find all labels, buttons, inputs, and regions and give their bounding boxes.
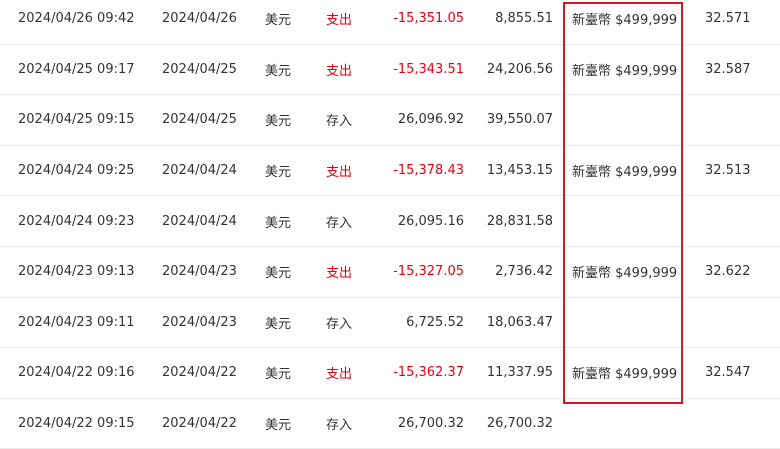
currency-cell: 美元 (265, 63, 292, 79)
transaction-table: 2024/04/26 09:42 2024/04/26 美元 支出 -15,351.05… (0, 0, 780, 449)
exchange-rate-cell: 32.622 (705, 264, 751, 280)
exchange-rate-cell: 32.513 (705, 163, 751, 179)
transaction-datetime: 2024/04/24 09:23 (18, 213, 135, 229)
amount-cell: 6,725.52 (406, 314, 464, 330)
transaction-type: 存入 (326, 215, 353, 231)
table-row: 2024/04/24 09:25 2024/04/24 美元 支出 -15,378.43… (0, 146, 780, 197)
balance-cell: 28,831.58 (486, 213, 553, 229)
transaction-type: 支出 (326, 165, 353, 181)
currency-cell: 美元 (265, 418, 292, 434)
note-cell: 新臺幣 $499,999 (572, 266, 678, 282)
note-cell: 新臺幣 $499,999 (572, 367, 678, 383)
table-row: 2024/04/23 09:13 2024/04/23 美元 支出 -15,327.05… (0, 247, 780, 298)
amount-cell: -15,362.37 (393, 365, 464, 381)
transaction-type: 支出 (326, 63, 353, 79)
currency-cell: 美元 (265, 266, 292, 282)
balance-cell: 2,736.42 (495, 264, 553, 280)
currency-cell: 美元 (265, 215, 292, 231)
note-cell: 新臺幣 $499,999 (572, 165, 678, 181)
balance-cell: 18,063.47 (486, 314, 553, 330)
transaction-datetime: 2024/04/22 09:15 (18, 416, 135, 432)
amount-cell: 26,700.32 (397, 416, 464, 432)
exchange-rate-cell: 32.547 (705, 365, 751, 381)
currency-cell: 美元 (265, 165, 292, 181)
amount-cell: -15,343.51 (393, 61, 464, 77)
transaction-datetime: 2024/04/24 09:25 (18, 163, 135, 179)
table-row: 2024/04/25 09:15 2024/04/25 美元 存入 26,096.92 3… (0, 95, 780, 146)
amount-cell: -15,351.05 (393, 11, 464, 27)
transaction-datetime: 2024/04/25 09:17 (18, 61, 135, 77)
note-cell: 新臺幣 $499,999 (572, 63, 678, 79)
note-cell: 新臺幣 $499,999 (572, 13, 678, 29)
transaction-type: 支出 (326, 266, 353, 282)
table-row: 2024/04/22 09:16 2024/04/22 美元 支出 -15,362.37… (0, 348, 780, 399)
transaction-type: 存入 (326, 114, 353, 130)
balance-cell: 24,206.56 (486, 61, 553, 77)
value-date: 2024/04/23 (162, 264, 237, 280)
value-date: 2024/04/25 (162, 61, 237, 77)
table-row: 2024/04/26 09:42 2024/04/26 美元 支出 -15,351.05… (0, 0, 780, 45)
balance-cell: 8,855.51 (495, 11, 553, 27)
value-date: 2024/04/22 (162, 365, 237, 381)
currency-cell: 美元 (265, 316, 292, 332)
amount-cell: -15,327.05 (393, 264, 464, 280)
transaction-datetime: 2024/04/22 09:16 (18, 365, 135, 381)
value-date: 2024/04/24 (162, 213, 237, 229)
currency-cell: 美元 (265, 13, 292, 29)
transaction-datetime: 2024/04/25 09:15 (18, 112, 135, 128)
table-row: 2024/04/23 09:11 2024/04/23 美元 存入 6,725.52 18… (0, 298, 780, 349)
value-date: 2024/04/25 (162, 112, 237, 128)
exchange-rate-cell: 32.571 (705, 11, 751, 27)
transaction-type: 存入 (326, 418, 353, 434)
currency-cell: 美元 (265, 367, 292, 383)
transaction-datetime: 2024/04/23 09:11 (18, 314, 135, 330)
balance-cell: 13,453.15 (486, 163, 553, 179)
balance-cell: 39,550.07 (486, 112, 553, 128)
balance-cell: 26,700.32 (486, 416, 553, 432)
exchange-rate-cell: 32.587 (705, 61, 751, 77)
amount-cell: -15,378.43 (393, 163, 464, 179)
value-date: 2024/04/24 (162, 163, 237, 179)
table-row: 2024/04/22 09:15 2024/04/22 美元 存入 26,700.32 2… (0, 399, 780, 449)
amount-cell: 26,096.92 (397, 112, 464, 128)
balance-cell: 11,337.95 (486, 365, 553, 381)
transaction-datetime: 2024/04/26 09:42 (18, 11, 135, 27)
transaction-type: 存入 (326, 316, 353, 332)
value-date: 2024/04/26 (162, 11, 237, 27)
table-row: 2024/04/25 09:17 2024/04/25 美元 支出 -15,343.51… (0, 45, 780, 96)
table-row: 2024/04/24 09:23 2024/04/24 美元 存入 26,095.16 2… (0, 196, 780, 247)
value-date: 2024/04/23 (162, 314, 237, 330)
transaction-type: 支出 (326, 13, 353, 29)
value-date: 2024/04/22 (162, 416, 237, 432)
transaction-type: 支出 (326, 367, 353, 383)
currency-cell: 美元 (265, 114, 292, 130)
transaction-datetime: 2024/04/23 09:13 (18, 264, 135, 280)
amount-cell: 26,095.16 (397, 213, 464, 229)
